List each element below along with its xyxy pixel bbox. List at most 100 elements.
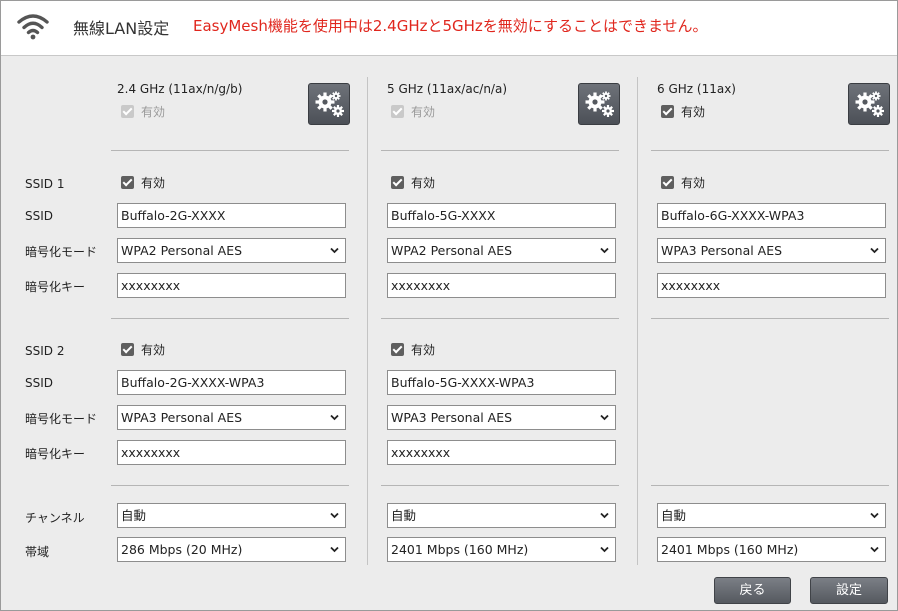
band-title-2g: 2.4 GHz (11ax/n/g/b) — [117, 82, 243, 96]
select-value: 2401 Mbps (160 MHz) — [391, 542, 529, 557]
ssid2-encryption-select-5g[interactable]: WPA3 Personal AES — [387, 405, 616, 430]
ssid1-key-input-5g[interactable]: xxxxxxxx — [387, 273, 616, 298]
band-settings-button-5g[interactable] — [578, 83, 620, 125]
ssid1-label: SSID 1 — [25, 177, 65, 191]
band-enable-label: 有効 — [411, 104, 436, 119]
channel-select-2g[interactable]: 自動 — [117, 503, 346, 528]
header: 無線LAN設定 EasyMesh機能を使用中は2.4GHzと5GHzを無効にする… — [1, 1, 897, 56]
apply-button[interactable]: 設定 — [810, 577, 888, 604]
band-enable-label: 有効 — [681, 104, 706, 119]
channel-select-6g[interactable]: 自動 — [657, 503, 886, 528]
ssid2-key-input-2g[interactable]: xxxxxxxx — [117, 440, 346, 465]
checkbox-checked-icon — [661, 175, 674, 189]
ssid1-name-input-2g[interactable]: Buffalo-2G-XXXX — [117, 203, 346, 228]
ssid1-encryption-select-5g[interactable]: WPA2 Personal AES — [387, 238, 616, 263]
select-value: WPA2 Personal AES — [121, 243, 243, 258]
select-value: 自動 — [391, 508, 417, 523]
ssid1-encryption-select-6g[interactable]: WPA3 Personal AES — [657, 238, 886, 263]
band-title-6g: 6 GHz (11ax) — [657, 82, 736, 96]
ssid-label: SSID — [25, 376, 54, 390]
ssid2-key-input-5g[interactable]: xxxxxxxx — [387, 440, 616, 465]
divider — [651, 318, 889, 319]
ssid1-encryption-select-2g[interactable]: WPA2 Personal AES — [117, 238, 346, 263]
channel-select-5g[interactable]: 自動 — [387, 503, 616, 528]
divider — [651, 150, 889, 151]
chevron-down-icon — [870, 546, 879, 553]
select-value: WPA2 Personal AES — [391, 243, 513, 258]
band-enable-5g[interactable]: 有効 — [391, 103, 435, 119]
ssid1-enable-6g[interactable]: 有効 — [661, 174, 705, 190]
checkbox-checked-icon — [391, 342, 404, 356]
ssid2-name-input-2g[interactable]: Buffalo-2G-XXXX-WPA3 — [117, 370, 346, 395]
chevron-down-icon — [600, 546, 609, 553]
select-value: 自動 — [121, 508, 147, 523]
bandwidth-label: 帯域 — [25, 545, 50, 559]
band-title-5g: 5 GHz (11ax/ac/n/a) — [387, 82, 508, 96]
ssid-enable-label: 有効 — [141, 175, 166, 190]
chevron-down-icon — [330, 546, 339, 553]
select-value: 2401 Mbps (160 MHz) — [661, 542, 799, 557]
back-button[interactable]: 戻る — [714, 577, 791, 604]
checkbox-checked-icon — [661, 104, 674, 118]
ssid2-name-input-5g[interactable]: Buffalo-5G-XXXX-WPA3 — [387, 370, 616, 395]
chevron-down-icon — [600, 247, 609, 254]
divider — [111, 318, 349, 319]
encryption-mode-label: 暗号化モード — [25, 245, 98, 259]
wifi-icon — [17, 14, 49, 40]
ssid1-enable-5g[interactable]: 有効 — [391, 174, 435, 190]
ssid1-key-input-2g[interactable]: xxxxxxxx — [117, 273, 346, 298]
ssid-label: SSID — [25, 209, 54, 223]
band-enable-2g[interactable]: 有効 — [121, 103, 165, 119]
column-divider — [637, 77, 638, 565]
divider — [111, 485, 349, 486]
bandwidth-select-6g[interactable]: 2401 Mbps (160 MHz) — [657, 537, 886, 562]
ssid-enable-label: 有効 — [411, 342, 436, 357]
gears-icon — [315, 91, 344, 117]
easymesh-warning: EasyMesh機能を使用中は2.4GHzと5GHzを無効にすることはできません… — [193, 17, 708, 35]
ssid2-enable-5g[interactable]: 有効 — [391, 341, 435, 357]
checkbox-checked-icon — [121, 175, 134, 189]
bandwidth-select-5g[interactable]: 2401 Mbps (160 MHz) — [387, 537, 616, 562]
divider — [381, 485, 619, 486]
checkbox-checked-disabled-icon — [391, 104, 404, 118]
checkbox-checked-icon — [121, 342, 134, 356]
chevron-down-icon — [330, 247, 339, 254]
ssid1-name-input-5g[interactable]: Buffalo-5G-XXXX — [387, 203, 616, 228]
ssid2-enable-2g[interactable]: 有効 — [121, 341, 165, 357]
ssid1-name-input-6g[interactable]: Buffalo-6G-XXXX-WPA3 — [657, 203, 886, 228]
divider — [111, 150, 349, 151]
ssid-enable-label: 有効 — [141, 342, 166, 357]
encryption-mode-label: 暗号化モード — [25, 412, 98, 426]
encryption-key-label: 暗号化キー — [25, 447, 86, 461]
checkbox-checked-disabled-icon — [121, 104, 134, 118]
select-value: 自動 — [661, 508, 687, 523]
select-value: WPA3 Personal AES — [391, 410, 513, 425]
chevron-down-icon — [330, 512, 339, 519]
page-title: 無線LAN設定 — [73, 19, 170, 38]
chevron-down-icon — [870, 247, 879, 254]
chevron-down-icon — [600, 414, 609, 421]
gears-icon — [585, 91, 614, 117]
divider — [651, 485, 889, 486]
checkbox-checked-icon — [391, 175, 404, 189]
chevron-down-icon — [330, 414, 339, 421]
gears-icon — [855, 91, 884, 117]
select-value: WPA3 Personal AES — [121, 410, 243, 425]
ssid2-encryption-select-2g[interactable]: WPA3 Personal AES — [117, 405, 346, 430]
divider — [381, 150, 619, 151]
band-settings-button-6g[interactable] — [848, 83, 890, 125]
ssid-enable-label: 有効 — [411, 175, 436, 190]
band-enable-6g[interactable]: 有効 — [661, 103, 705, 119]
column-divider — [367, 77, 368, 565]
ssid1-enable-2g[interactable]: 有効 — [121, 174, 165, 190]
select-value: WPA3 Personal AES — [661, 243, 783, 258]
divider — [381, 318, 619, 319]
bandwidth-select-2g[interactable]: 286 Mbps (20 MHz) — [117, 537, 346, 562]
band-settings-button-2g[interactable] — [308, 83, 350, 125]
select-value: 286 Mbps (20 MHz) — [121, 542, 243, 557]
channel-label: チャンネル — [25, 511, 85, 525]
ssid-enable-label: 有効 — [681, 175, 706, 190]
wireless-settings-panel: 無線LAN設定 EasyMesh機能を使用中は2.4GHzと5GHzを無効にする… — [0, 0, 898, 611]
ssid2-label: SSID 2 — [25, 344, 65, 358]
ssid1-key-input-6g[interactable]: xxxxxxxx — [657, 273, 886, 298]
